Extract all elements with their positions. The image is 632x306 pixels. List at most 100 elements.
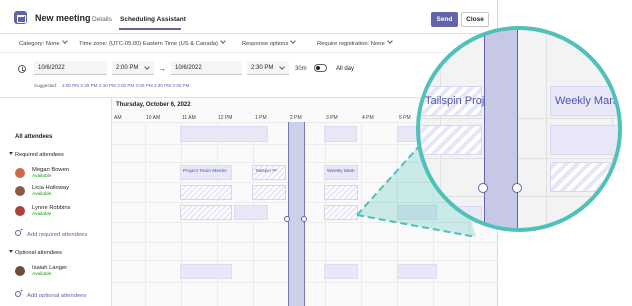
timezone-dropdown[interactable]: Time zone: (UTC-05:00) Eastern Time (US …	[79, 38, 226, 47]
grid-line	[112, 144, 497, 145]
end-time-field[interactable]: 2:30 PM	[247, 61, 289, 75]
day-header: Thursday, October 6, 2022	[116, 102, 191, 108]
date-time-row: 10/6/2022 2:00 PM → 10/6/2022 2:30 PM 30…	[0, 54, 497, 96]
busy-block	[397, 126, 437, 142]
title-bar: New meeting Details Scheduling Assistant…	[0, 0, 497, 34]
all-attendees-label: All attendees	[15, 134, 53, 140]
tab-scheduling-assistant[interactable]: Scheduling Assistant	[120, 16, 186, 23]
response-options-label: Response options	[242, 41, 289, 47]
avatar	[15, 168, 25, 178]
add-optional-attendees-link[interactable]: Add optional attendees	[15, 289, 87, 299]
grid-line	[112, 260, 497, 261]
end-time-value: 2:30 PM	[251, 65, 274, 71]
busy-block	[324, 126, 357, 142]
attendee-column: All attendees Required attendees Megan B…	[0, 98, 112, 306]
resize-handle-left[interactable]	[284, 216, 290, 222]
suggested-times[interactable]: 2:00 PM 2:30 PM 2:30 PM 3:00 PM 3:00 PM …	[62, 83, 189, 88]
end-date-value: 10/6/2022	[175, 65, 202, 71]
scheduling-grid: All attendees Required attendees Megan B…	[0, 97, 497, 306]
hour-label: 2 PM	[290, 115, 302, 121]
hour-label: 5 PM	[399, 115, 411, 121]
optional-attendees-label: Optional attendees	[15, 250, 62, 256]
grid-line	[112, 202, 497, 203]
grid-line	[112, 122, 497, 123]
end-date-field[interactable]: 10/6/2022	[171, 61, 242, 75]
caret-down-icon	[9, 152, 13, 155]
required-attendees-label: Required attendees	[15, 152, 64, 158]
selected-time-slot[interactable]	[288, 122, 305, 306]
grid-line	[546, 30, 547, 228]
resize-handle-right	[512, 183, 522, 193]
tab-details[interactable]: Details	[92, 16, 112, 23]
busy-block	[397, 205, 437, 220]
grid-line	[112, 242, 497, 243]
attendee-row[interactable]: Licia Holloway Available	[15, 184, 111, 200]
suggested-label: Suggested:	[34, 83, 58, 88]
event-label: Project Team Meetin	[183, 169, 227, 174]
chevron-down-icon	[386, 38, 393, 44]
attendee-row[interactable]: Lynne Robbins Available	[15, 204, 111, 220]
start-time-field[interactable]: 2:00 PM	[112, 61, 154, 75]
busy-block	[550, 125, 618, 155]
add-required-label: Add required attendees	[27, 232, 88, 238]
busy-block	[324, 264, 358, 279]
response-options-dropdown[interactable]: Response options	[242, 38, 297, 47]
active-tab-indicator	[119, 28, 181, 30]
attendee-row[interactable]: Megan Bowen Available	[15, 166, 111, 182]
duration-label: 30m	[295, 66, 307, 72]
chevron-down-icon	[144, 64, 150, 70]
busy-block	[397, 264, 437, 279]
optional-attendees-header[interactable]: Optional attendees	[9, 250, 62, 256]
registration-dropdown[interactable]: Require registration: None	[317, 38, 393, 47]
arrow-right-icon: →	[158, 64, 166, 73]
event-block: Weekly Mark	[550, 86, 619, 116]
busy-block	[180, 264, 232, 279]
avatar	[15, 206, 25, 216]
event-block[interactable]: Project Team Meetin	[180, 165, 232, 180]
grid-line	[612, 30, 613, 228]
grid-line	[112, 162, 497, 163]
hour-label: 4 PM	[362, 115, 374, 121]
event-label: Weekly Mark	[327, 169, 355, 174]
busy-block	[234, 205, 268, 220]
grid-line	[145, 122, 146, 306]
attendee-status: Available	[32, 212, 52, 217]
meeting-window: New meeting Details Scheduling Assistant…	[0, 0, 498, 306]
attendee-name: Licia Holloway	[32, 185, 70, 191]
tentative-block	[180, 185, 232, 200]
chevron-down-icon	[290, 38, 297, 44]
attendee-row[interactable]: Isaiah Langer Available	[15, 264, 111, 280]
attendee-name: Isaiah Langer	[32, 265, 68, 271]
hour-label: 10 AM	[146, 115, 161, 121]
resize-handle-right[interactable]	[301, 216, 307, 222]
avatar	[15, 266, 25, 276]
event-label: Weekly Mark	[555, 95, 619, 107]
window-title: New meeting	[35, 13, 91, 23]
add-required-attendees-link[interactable]: Add required attendees	[15, 228, 88, 238]
hour-label: 11 AM	[182, 115, 196, 121]
event-block[interactable]: Tailspin Pr	[252, 165, 286, 180]
start-time-value: 2:00 PM	[116, 65, 139, 71]
hour-label: 3 PM	[326, 115, 338, 121]
all-day-toggle[interactable]	[314, 64, 327, 72]
time-grid[interactable]: Thursday, October 6, 2022 AM 10 AM 11 AM…	[112, 98, 497, 306]
category-dropdown[interactable]: Category: None	[19, 38, 68, 47]
start-date-field[interactable]: 10/6/2022	[34, 61, 107, 75]
hour-label: 1 PM	[255, 115, 267, 121]
grid-line	[112, 182, 497, 183]
send-button[interactable]: Send	[431, 12, 458, 27]
attendee-status: Available	[32, 272, 52, 277]
avatar	[15, 186, 25, 196]
tentative-block	[550, 162, 618, 192]
tentative-block	[324, 185, 358, 200]
grid-line	[361, 122, 362, 306]
grid-line	[112, 222, 497, 223]
attendee-status: Available	[32, 192, 52, 197]
required-attendees-header[interactable]: Required attendees	[9, 152, 64, 158]
add-optional-label: Add optional attendees	[27, 293, 87, 299]
attendee-status: Available	[32, 174, 52, 179]
close-button[interactable]: Close	[461, 12, 489, 27]
tentative-block	[180, 205, 232, 220]
calendar-icon	[14, 11, 27, 24]
event-block[interactable]: Weekly Mark	[324, 165, 358, 180]
